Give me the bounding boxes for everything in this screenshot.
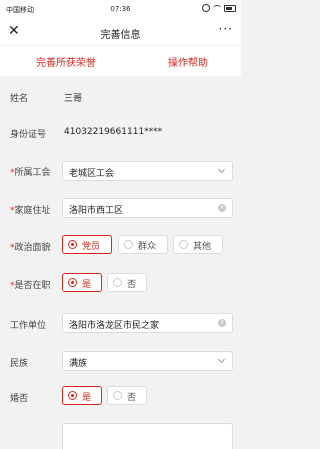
- page-title: 完善信息: [100, 30, 141, 41]
- name-label: 姓名: [10, 94, 29, 104]
- employed-label: *是否在职: [10, 278, 51, 291]
- nav-bar: ✕ 完善信息 ···: [0, 18, 241, 46]
- ethnicity-select-value: 满族: [69, 359, 88, 369]
- partial-field[interactable]: [62, 423, 233, 449]
- address-input-value: 洛阳市西工区: [69, 206, 124, 216]
- employed-row: *是否在职 是 否: [0, 266, 241, 302]
- political-option-other[interactable]: 其他: [173, 235, 223, 254]
- wifi-icon: [213, 5, 221, 11]
- alarm-icon: [202, 4, 210, 12]
- married-option-no[interactable]: 否: [107, 386, 147, 405]
- address-input[interactable]: 洛阳市西工区 ×: [62, 198, 233, 218]
- radio-checked-icon: [68, 240, 77, 249]
- workplace-input-value: 洛阳市洛龙区市民之家: [69, 321, 160, 331]
- employed-option-no[interactable]: 否: [107, 273, 147, 292]
- married-option-label: 是: [82, 393, 92, 403]
- action-bar: 完善所获荣誉 操作帮助: [0, 46, 241, 76]
- political-label-text: 政治面貌: [14, 243, 51, 253]
- id-number-row: 身份证号 41032219661111****: [0, 116, 241, 149]
- political-label: *政治面貌: [10, 240, 51, 253]
- id-number-value: 41032219661111****: [64, 127, 163, 137]
- id-number-label: 身份证号: [10, 130, 47, 140]
- help-link[interactable]: 操作帮助: [168, 54, 208, 69]
- union-select-value: 老城区工会: [69, 169, 115, 179]
- clear-icon[interactable]: ×: [218, 204, 226, 212]
- address-row: *家庭住址 洛阳市西工区 ×: [0, 190, 241, 228]
- radio-unchecked-icon: [113, 391, 122, 400]
- name-row: 姓名 三哥: [0, 80, 241, 113]
- status-bar: 中国移动 07:36: [0, 0, 241, 18]
- battery-icon: [224, 4, 236, 12]
- union-label: *所属工会: [10, 165, 51, 178]
- next-row-partial: [0, 416, 241, 449]
- union-row: *所属工会 老城区工会: [0, 152, 241, 190]
- ethnicity-label: 民族: [10, 359, 29, 369]
- employed-option-label: 是: [82, 280, 92, 290]
- political-option-party-member[interactable]: 党员: [62, 235, 112, 254]
- union-select[interactable]: 老城区工会: [62, 161, 233, 181]
- workplace-input[interactable]: 洛阳市洛龙区市民之家 ×: [62, 313, 233, 333]
- radio-checked-icon: [68, 278, 77, 287]
- radio-unchecked-icon: [113, 278, 122, 287]
- ethnicity-select[interactable]: 满族: [62, 351, 233, 371]
- more-icon[interactable]: ···: [219, 22, 233, 36]
- married-row: 婚否 是 否: [0, 380, 241, 416]
- radio-checked-icon: [68, 391, 77, 400]
- complete-honors-link[interactable]: 完善所获荣誉: [36, 54, 96, 69]
- status-icons: [202, 4, 236, 12]
- political-option-masses[interactable]: 群众: [118, 235, 168, 254]
- chevron-down-icon: [217, 355, 226, 364]
- address-label: *家庭住址: [10, 203, 51, 216]
- union-label-text: 所属工会: [14, 168, 51, 178]
- married-option-yes[interactable]: 是: [62, 386, 102, 405]
- political-option-label: 群众: [138, 242, 157, 252]
- employed-label-text: 是否在职: [14, 281, 51, 291]
- name-value: 三哥: [64, 94, 83, 104]
- address-label-text: 家庭住址: [14, 206, 51, 216]
- workplace-label: 工作单位: [10, 321, 47, 331]
- radio-unchecked-icon: [179, 240, 188, 249]
- chevron-down-icon: [217, 165, 226, 174]
- workplace-row: 工作单位 洛阳市洛龙区市民之家 ×: [0, 306, 241, 342]
- radio-unchecked-icon: [124, 240, 133, 249]
- married-option-label: 否: [127, 393, 137, 403]
- employed-option-label: 否: [127, 280, 137, 290]
- political-option-label: 党员: [82, 242, 101, 252]
- political-option-label: 其他: [193, 242, 212, 252]
- employed-option-yes[interactable]: 是: [62, 273, 102, 292]
- ethnicity-row: 民族 满族: [0, 342, 241, 380]
- political-row: *政治面貌 党员 群众 其他: [0, 228, 241, 266]
- married-label: 婚否: [10, 394, 29, 404]
- clear-icon[interactable]: ×: [218, 319, 226, 327]
